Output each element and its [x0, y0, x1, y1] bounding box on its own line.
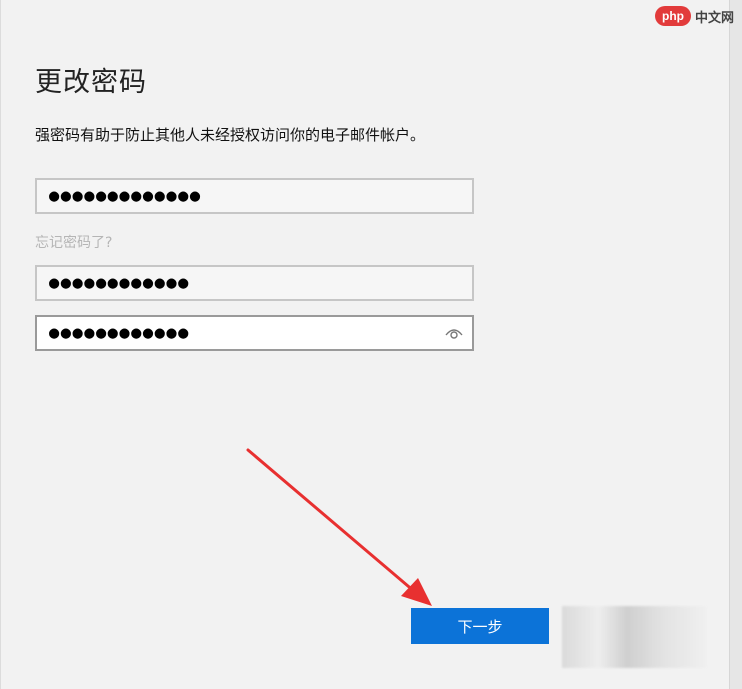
- cancel-button-blurred[interactable]: [562, 606, 707, 668]
- eye-icon[interactable]: [444, 325, 464, 341]
- window-edge: [730, 0, 742, 689]
- change-password-dialog: 更改密码 强密码有助于防止其他人未经授权访问你的电子邮件帐户。 ●●●●●●●●…: [0, 0, 730, 689]
- next-button[interactable]: 下一步: [411, 608, 549, 644]
- new-password-field[interactable]: ●●●●●●●●●●●●: [35, 265, 474, 301]
- confirm-password-field[interactable]: ●●●●●●●●●●●●: [35, 315, 474, 351]
- subtitle: 强密码有助于防止其他人未经授权访问你的电子邮件帐户。: [35, 126, 426, 144]
- forgot-password-link[interactable]: 忘记密码了?: [35, 232, 112, 252]
- new-password-value: ●●●●●●●●●●●●: [49, 273, 190, 293]
- page-title: 更改密码: [35, 67, 147, 98]
- current-password-value: ●●●●●●●●●●●●●: [49, 186, 202, 206]
- php-logo-text: 中文网: [694, 10, 734, 26]
- confirm-password-value: ●●●●●●●●●●●●: [49, 323, 190, 343]
- watermark-logo: php 中文网: [654, 6, 734, 26]
- php-logo-badge: php: [654, 6, 691, 26]
- current-password-field[interactable]: ●●●●●●●●●●●●●: [35, 178, 474, 214]
